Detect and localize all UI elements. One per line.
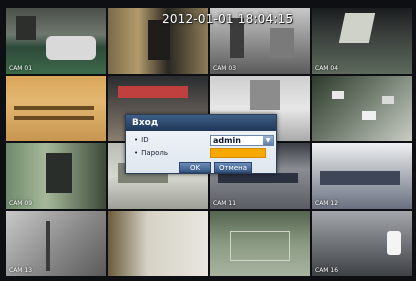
camera-label: CAM 13 (9, 267, 33, 274)
password-input[interactable] (210, 148, 266, 158)
camera-tile-08[interactable] (312, 75, 412, 141)
timestamp-overlay: 2012-01-01 18:04:15 (162, 12, 294, 26)
bullet-icon: • (134, 136, 139, 144)
camera-label: CAM 01 (9, 64, 33, 72)
id-row: • ID (134, 136, 149, 144)
camera-label: CAM 04 (315, 64, 339, 72)
ok-button[interactable]: OK (179, 162, 211, 173)
camera-tile-01[interactable]: CAM 01 (6, 8, 106, 74)
cancel-button[interactable]: Отмена (214, 162, 252, 173)
camera-tile-13[interactable]: CAM 13 (6, 210, 106, 276)
camera-label: CAM 16 (315, 267, 339, 274)
id-select[interactable]: admin ▼ (210, 135, 274, 146)
login-dialog: Вход • ID admin ▼ • Пароль OK Отмена (125, 114, 277, 174)
camera-tile-09[interactable]: CAM 09 (6, 143, 106, 209)
camera-label: CAM 03 (213, 64, 237, 72)
camera-label: CAM 09 (9, 199, 33, 207)
chevron-down-icon[interactable]: ▼ (263, 136, 273, 145)
id-value: admin (213, 136, 241, 145)
camera-label: CAM 12 (315, 199, 339, 207)
camera-tile-05[interactable] (6, 75, 106, 141)
camera-tile-14[interactable] (108, 210, 208, 276)
camera-tile-12[interactable]: CAM 12 (312, 143, 412, 209)
password-label: Пароль (141, 149, 169, 157)
dialog-title: Вход (126, 115, 276, 131)
camera-tile-04[interactable]: CAM 04 (312, 8, 412, 74)
id-label: ID (141, 136, 149, 144)
camera-label: CAM 11 (213, 199, 237, 207)
camera-tile-16[interactable]: CAM 16 (312, 210, 412, 276)
camera-tile-15[interactable] (210, 210, 310, 276)
password-row: • Пароль (134, 149, 168, 157)
bullet-icon: • (134, 149, 139, 157)
